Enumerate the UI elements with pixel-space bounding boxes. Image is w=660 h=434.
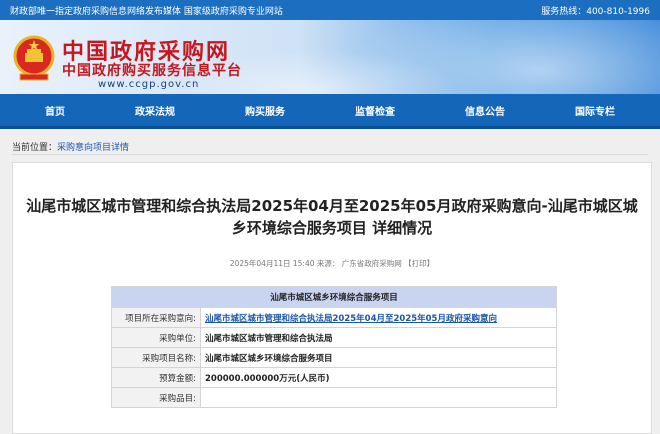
site-banner: 中国政府采购网 中国政府购买服务信息平台 www.ccgp.gov.cn [0, 20, 660, 94]
project-table: 汕尾市城区城乡环境综合服务项目 项目所在采购意向: 汕尾市城区城市管理和综合执法… [111, 286, 557, 408]
nav-item-purchase-services[interactable]: 购买服务 [245, 103, 285, 118]
topbar-slogan: 财政部唯一指定政府采购信息网络发布媒体 国家级政府采购专业网站 [10, 6, 283, 17]
row-value [200, 387, 557, 408]
service-hotline: 服务热线：400-810-1996 [541, 6, 650, 17]
national-emblem-icon [13, 35, 55, 81]
intention-link[interactable]: 汕尾市城区城市管理和综合执法局2025年04月至2025年05月政府采购意向 [205, 314, 497, 324]
row-label: 采购品目: [111, 387, 201, 408]
row-value: 汕尾市城区城市管理和综合执法局 [200, 327, 557, 348]
table-row: 预算金额: 200000.000000万元(人民币) [111, 367, 557, 388]
site-url: www.ccgp.gov.cn [98, 79, 200, 90]
nav-item-international[interactable]: 国际专栏 [575, 103, 615, 118]
row-value: 汕尾市城区城乡环境综合服务项目 [200, 347, 557, 368]
nav-item-announcements[interactable]: 信息公告 [465, 103, 505, 118]
top-info-bar: 财政部唯一指定政府采购信息网络发布媒体 国家级政府采购专业网站 服务热线：400… [0, 0, 660, 20]
publish-date: 2025年04月11日 15:40 [229, 259, 315, 268]
main-nav: 首页 政采法规 购买服务 监督检查 信息公告 国际专栏 [0, 94, 660, 129]
breadcrumb-prefix: 当前位置： [12, 143, 58, 153]
table-row: 采购项目名称: 汕尾市城区城乡环境综合服务项目 [111, 347, 557, 368]
row-value: 200000.000000万元(人民币) [200, 367, 557, 388]
source-label: 来源： [316, 259, 340, 268]
row-label: 预算金额: [111, 367, 201, 388]
row-label: 采购单位: [111, 327, 201, 348]
row-label: 采购项目名称: [111, 347, 201, 368]
breadcrumb: 当前位置：采购意向项目详情 [12, 140, 129, 153]
nav-item-home[interactable]: 首页 [45, 103, 65, 118]
row-label: 项目所在采购意向: [111, 307, 201, 328]
table-header-row: 汕尾市城区城乡环境综合服务项目 [111, 286, 557, 308]
table-row: 采购单位: 汕尾市城区城市管理和综合执法局 [111, 327, 557, 348]
breadcrumb-link[interactable]: 采购意向项目详情 [57, 143, 129, 153]
nav-item-supervision[interactable]: 监督检查 [355, 103, 395, 118]
print-link[interactable]: 【打印】 [404, 259, 434, 268]
table-row: 项目所在采购意向: 汕尾市城区城市管理和综合执法局2025年04月至2025年0… [111, 307, 557, 328]
table-header: 汕尾市城区城乡环境综合服务项目 [111, 286, 557, 308]
table-row: 采购品目: [111, 387, 557, 408]
article-meta: 2025年04月11日 15:40 来源： 广东省政府采购网 【打印】 [13, 258, 651, 269]
nav-item-regulations[interactable]: 政采法规 [135, 103, 175, 118]
page-title: 汕尾市城区城市管理和综合执法局2025年04月至2025年05月政府采购意向-汕… [26, 197, 638, 237]
detail-panel: 汕尾市城区城市管理和综合执法局2025年04月至2025年05月政府采购意向-汕… [12, 162, 652, 434]
source-name: 广东省政府采购网 [341, 259, 402, 268]
breadcrumb-divider [12, 154, 648, 155]
site-logo-subtitle: 中国政府购买服务信息平台 [62, 63, 242, 79]
